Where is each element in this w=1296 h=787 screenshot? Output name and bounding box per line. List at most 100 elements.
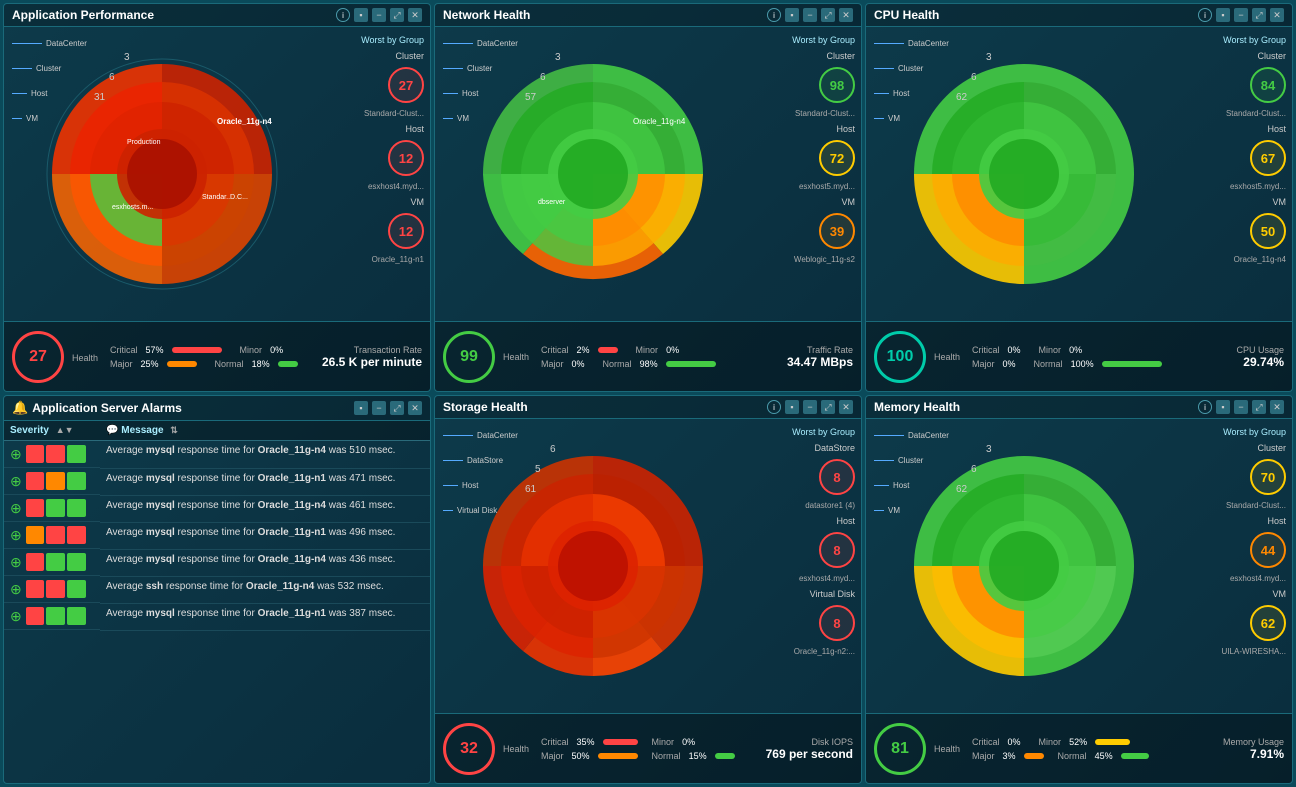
net-info-btn[interactable]: i (767, 8, 781, 22)
memory-legend-c: Cluster (898, 456, 923, 465)
memory-close-btn[interactable]: ✕ (1270, 400, 1284, 414)
memory-cluster-badge[interactable]: 70 (1250, 459, 1286, 495)
alarm-controls[interactable]: ▪ − ⤢ ✕ (354, 401, 422, 415)
app-vm-badge[interactable]: 12 (388, 213, 424, 249)
val-3: 3 (124, 52, 130, 63)
cpu-health-circle: 100 (874, 331, 926, 383)
alarm-add-icon[interactable]: ⊕ (10, 554, 22, 571)
memory-expand-btn[interactable]: ⤢ (1252, 400, 1266, 414)
memory-legend-h: Host (893, 481, 909, 490)
alarm-menu-btn[interactable]: ▪ (354, 401, 368, 415)
net-worst-panel: Worst by Group Cluster 98 Standard-Clust… (751, 27, 861, 321)
severity-block (67, 553, 86, 571)
alarm-severity-bar (26, 526, 86, 544)
alarm-expand-btn[interactable]: ⤢ (390, 401, 404, 415)
net-health-value: 99 (460, 348, 478, 366)
alarm-severity-cell: ⊕ (4, 495, 100, 522)
alarm-add-icon[interactable]: ⊕ (10, 500, 22, 517)
storage-controls[interactable]: i ▪ − ⤢ ✕ (767, 400, 853, 414)
cpu-info-btn[interactable]: i (1198, 8, 1212, 22)
network-controls[interactable]: i ▪ − ⤢ ✕ (767, 8, 853, 22)
alarm-add-icon[interactable]: ⊕ (10, 527, 22, 544)
cpu-menu-btn[interactable]: ▪ (1216, 8, 1230, 22)
info-btn[interactable]: i (336, 8, 350, 22)
alarm-severity-cell: ⊕ (4, 522, 100, 549)
app-host-badge[interactable]: 12 (388, 140, 424, 176)
alarm-close-btn[interactable]: ✕ (408, 401, 422, 415)
memory-vm-badge[interactable]: 62 (1250, 605, 1286, 641)
memory-info-btn[interactable]: i (1198, 400, 1212, 414)
app-critical-label: Critical (110, 345, 138, 355)
alarm-add-icon[interactable]: ⊕ (10, 473, 22, 490)
storage-legend-vd: Virtual Disk (457, 506, 497, 515)
alarm-add-icon[interactable]: ⊕ (10, 446, 22, 463)
alarm-add-icon[interactable]: ⊕ (10, 608, 22, 625)
net-close-btn[interactable]: ✕ (839, 8, 853, 22)
app-performance-controls[interactable]: i ▪ − ⤢ ✕ (336, 8, 422, 22)
svg-text:esxhosts.m...: esxhosts.m... (112, 204, 153, 211)
app-major-label: Major (110, 359, 133, 369)
cpu-health-panel: CPU Health i ▪ − ⤢ ✕ (865, 3, 1293, 392)
cpu-vm-name: Oracle_11g-n4 (1234, 255, 1286, 264)
net-legend: DataCenter Cluster Host VM (443, 39, 518, 123)
net-menu-btn[interactable]: ▪ (785, 8, 799, 22)
menu-btn[interactable]: ▪ (354, 8, 368, 22)
memory-min-btn[interactable]: − (1234, 400, 1248, 414)
severity-col-header[interactable]: Severity ▲▼ (4, 421, 100, 441)
app-metric: Transaction Rate 26.5 K per minute (322, 345, 422, 369)
memory-health-panel: Memory Health i ▪ − ⤢ ✕ (865, 395, 1293, 784)
alarm-severity-bar (26, 580, 86, 598)
alarm-message-cell: Average mysql response time for Oracle_1… (100, 495, 430, 522)
app-normal-bar (278, 361, 298, 367)
net-expand-btn[interactable]: ⤢ (821, 8, 835, 22)
close-btn[interactable]: ✕ (408, 8, 422, 22)
storage-vd-badge[interactable]: 8 (819, 605, 855, 641)
memory-health-label: Health (934, 744, 960, 754)
storage-expand-btn[interactable]: ⤢ (821, 400, 835, 414)
storage-minor-pct: 0% (682, 737, 695, 747)
net-legend-dc: DataCenter (477, 39, 518, 48)
storage-host-name: esxhost4.myd... (799, 574, 855, 583)
cpu-vm-label: VM (1273, 197, 1287, 207)
net-critical-pct: 2% (577, 345, 590, 355)
cpu-controls[interactable]: i ▪ − ⤢ ✕ (1198, 8, 1284, 22)
alarm-message-cell: Average mysql response time for Oracle_1… (100, 549, 430, 576)
alarm-add-icon[interactable]: ⊕ (10, 581, 22, 598)
storage-menu-btn[interactable]: ▪ (785, 400, 799, 414)
app-performance-header: Application Performance i ▪ − ⤢ ✕ (4, 4, 430, 27)
net-vm-label: VM (842, 197, 856, 207)
net-host-badge[interactable]: 72 (819, 140, 855, 176)
svg-text:dbserver: dbserver (538, 199, 566, 206)
cpu-expand-btn[interactable]: ⤢ (1252, 8, 1266, 22)
storage-info-btn[interactable]: i (767, 400, 781, 414)
storage-host-label: Host (836, 516, 855, 526)
cpu-vm-badge[interactable]: 50 (1250, 213, 1286, 249)
net-vm-badge[interactable]: 39 (819, 213, 855, 249)
cpu-host-badge[interactable]: 67 (1250, 140, 1286, 176)
net-min-btn[interactable]: − (803, 8, 817, 22)
storage-close-btn[interactable]: ✕ (839, 400, 853, 414)
cpu-close-btn[interactable]: ✕ (1270, 8, 1284, 22)
net-legend-v: VM (457, 114, 469, 123)
app-cluster-badge[interactable]: 27 (388, 67, 424, 103)
message-col-header[interactable]: 💬 Message ⇅ (100, 421, 430, 441)
cpu-cluster-badge[interactable]: 84 (1250, 67, 1286, 103)
expand-btn[interactable]: ⤢ (390, 8, 404, 22)
storage-critical-bar (603, 739, 638, 745)
memory-host-badge[interactable]: 44 (1250, 532, 1286, 568)
net-cluster-badge[interactable]: 98 (819, 67, 855, 103)
storage-min-btn[interactable]: − (803, 400, 817, 414)
cpu-min-btn[interactable]: − (1234, 8, 1248, 22)
storage-host-badge[interactable]: 8 (819, 532, 855, 568)
alarm-row: ⊕Average mysql response time for Oracle_… (4, 441, 430, 469)
memory-menu-btn[interactable]: ▪ (1216, 400, 1230, 414)
memory-val-62: 62 (956, 484, 967, 495)
memory-controls[interactable]: i ▪ − ⤢ ✕ (1198, 400, 1284, 414)
cpu-legend: DataCenter Cluster Host VM (874, 39, 949, 123)
memory-stats: Critical 0% Minor 52% Major 3% Normal 45… (968, 737, 1215, 761)
alarm-min-btn[interactable]: − (372, 401, 386, 415)
storage-stats: Critical 35% Minor 0% Major 50% Normal 1… (537, 737, 758, 761)
min-btn[interactable]: − (372, 8, 386, 22)
storage-ds-badge[interactable]: 8 (819, 459, 855, 495)
alarm-panel: 🔔 Application Server Alarms ▪ − ⤢ ✕ Seve… (3, 395, 431, 784)
